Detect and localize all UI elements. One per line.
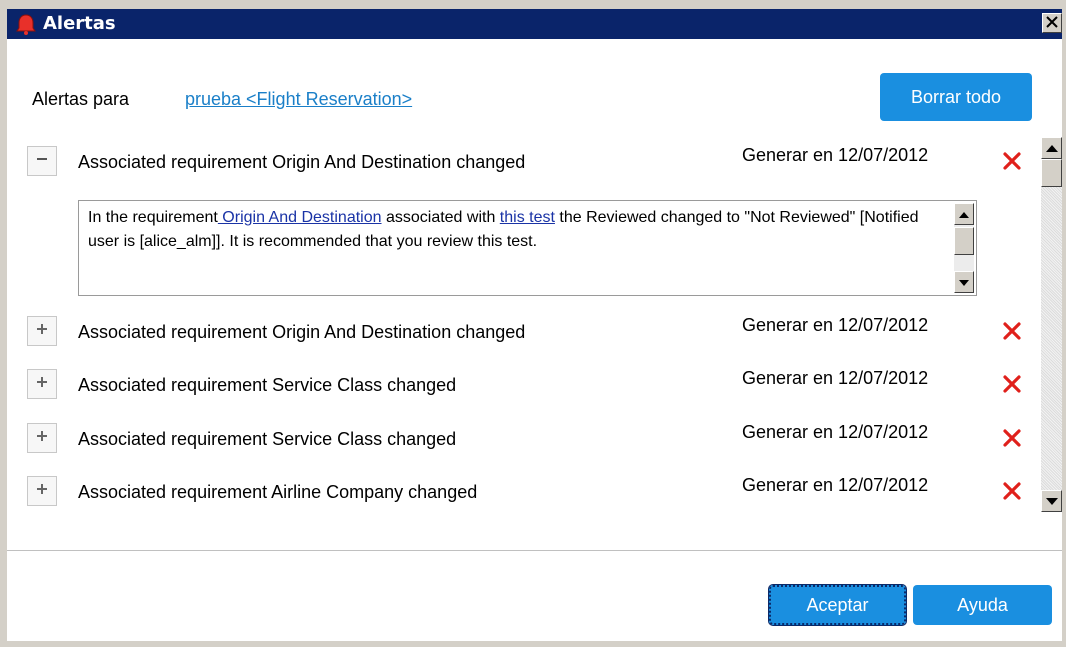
- alerts-entity-link[interactable]: prueba <Flight Reservation>: [185, 89, 412, 110]
- alert-bell-icon: [15, 13, 37, 35]
- alert-row: Associated requirement Origin And Destin…: [0, 142, 1040, 182]
- expand-toggle[interactable]: [27, 476, 57, 506]
- alert-title: Associated requirement Service Class cha…: [78, 429, 457, 449]
- collapse-toggle[interactable]: [27, 146, 57, 176]
- arrow-up-icon: [959, 205, 969, 223]
- alert-row: Associated requirement Origin And Destin…: [0, 312, 1040, 352]
- close-button[interactable]: [1042, 13, 1062, 33]
- alert-row: Associated requirement Airline Company c…: [0, 472, 1040, 512]
- scroll-down-button[interactable]: [1041, 490, 1062, 512]
- title-bar: Alertas: [7, 9, 1062, 39]
- help-button[interactable]: Ayuda: [913, 585, 1052, 625]
- details-text-prefix: In the requirement: [88, 209, 218, 226]
- alert-date: Generar en 12/07/2012: [742, 368, 929, 388]
- arrow-up-icon: [1045, 139, 1058, 157]
- window-frame-bottom: [0, 641, 1066, 647]
- scroll-thumb[interactable]: [954, 227, 974, 255]
- arrow-down-icon: [1045, 492, 1058, 510]
- expand-toggle[interactable]: [27, 423, 57, 453]
- ok-button[interactable]: Aceptar: [768, 584, 907, 626]
- details-text-middle: associated with: [381, 209, 500, 226]
- plus-icon: [35, 482, 49, 501]
- expand-toggle[interactable]: [27, 369, 57, 399]
- footer-divider: [7, 550, 1062, 551]
- close-icon: [1046, 12, 1058, 34]
- plus-icon: [35, 322, 49, 341]
- expand-toggle[interactable]: [27, 316, 57, 346]
- scroll-down-button[interactable]: [954, 271, 974, 293]
- alert-title: Associated requirement Origin And Destin…: [78, 322, 526, 342]
- alert-details: In the requirement Origin And Destinatio…: [78, 200, 977, 296]
- details-scrollbar[interactable]: [954, 203, 974, 293]
- alert-title: Associated requirement Airline Company c…: [78, 482, 478, 502]
- delete-alert-icon[interactable]: [1000, 149, 1024, 173]
- delete-alert-icon[interactable]: [1000, 479, 1024, 503]
- alert-date: Generar en 12/07/2012: [742, 475, 929, 495]
- alert-row: Associated requirement Service Class cha…: [0, 419, 1040, 459]
- window-frame-top: [0, 0, 1066, 9]
- alerts-for-label: Alertas para: [32, 89, 130, 109]
- clear-all-button[interactable]: Borrar todo: [880, 73, 1032, 121]
- test-link[interactable]: this test: [500, 209, 555, 226]
- alert-details-text: In the requirement Origin And Destinatio…: [88, 206, 938, 254]
- delete-alert-icon[interactable]: [1000, 426, 1024, 450]
- plus-icon: [35, 429, 49, 448]
- alert-row: Associated requirement Service Class cha…: [0, 365, 1040, 405]
- requirement-link[interactable]: Origin And Destination: [218, 209, 381, 226]
- window-frame-right: [1062, 0, 1066, 647]
- delete-alert-icon[interactable]: [1000, 319, 1024, 343]
- alert-date: Generar en 12/07/2012: [742, 315, 929, 335]
- scroll-thumb[interactable]: [1041, 159, 1062, 187]
- minus-icon: [35, 152, 49, 171]
- alert-date: Generar en 12/07/2012: [742, 145, 929, 165]
- plus-icon: [35, 375, 49, 394]
- scroll-up-button[interactable]: [954, 203, 974, 225]
- arrow-down-icon: [959, 273, 969, 291]
- alert-title: Associated requirement Service Class cha…: [78, 375, 457, 395]
- alert-title: Associated requirement Origin And Destin…: [78, 152, 526, 172]
- delete-alert-icon[interactable]: [1000, 372, 1024, 396]
- window-title: Alertas: [43, 13, 116, 34]
- alerts-scrollbar[interactable]: [1041, 137, 1062, 512]
- scroll-up-button[interactable]: [1041, 137, 1062, 159]
- alert-date: Generar en 12/07/2012: [742, 422, 929, 442]
